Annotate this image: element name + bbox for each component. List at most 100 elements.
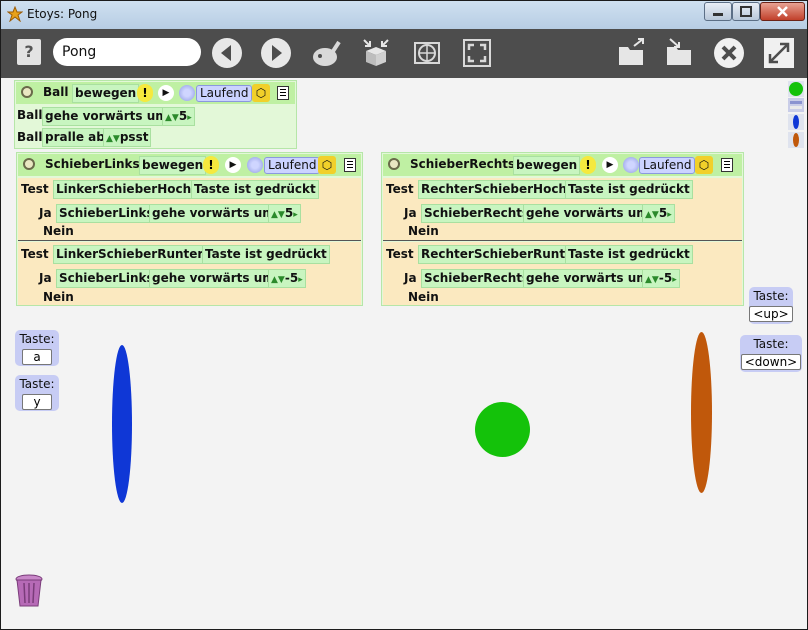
ticking-gear-icon[interactable] (247, 157, 263, 173)
command-tile[interactable]: gehe vorwärts um (149, 269, 278, 288)
script-menu-icon[interactable] (721, 158, 733, 172)
quit-icon[interactable] (713, 37, 745, 69)
condition-tile[interactable]: Taste ist gedrückt (191, 180, 319, 199)
key-tile[interactable]: LinkerSchieberHochs (53, 180, 202, 199)
key-watcher-down[interactable]: Taste: <down> (740, 335, 802, 372)
key-value: a (22, 349, 52, 365)
key-tile[interactable]: RechterSchieberRunters (418, 245, 590, 264)
object-tile[interactable]: SchieberRechts (421, 204, 533, 223)
script-name[interactable]: bewegen (72, 84, 140, 103)
condition-tile[interactable]: Taste ist gedrückt (565, 180, 693, 199)
test-label: Test (21, 247, 49, 261)
test-label: Test (21, 182, 49, 196)
etoys-window: Etoys: Pong ? Pong Ball bewegen ! ▶ Lauf… (0, 0, 808, 630)
left-paddle[interactable] (112, 345, 132, 503)
key-watcher-up[interactable]: Taste: <up> (749, 287, 793, 324)
run-once-icon[interactable]: ! (580, 156, 596, 174)
expand-icon[interactable] (763, 37, 795, 69)
status-selector[interactable]: Laufend (264, 157, 321, 174)
minimize-button[interactable] (704, 2, 732, 21)
object-tile[interactable]: SchieberRechts (421, 269, 533, 288)
close-window-button[interactable] (760, 2, 805, 21)
script-name[interactable]: bewegen (513, 156, 581, 175)
key-watcher-y[interactable]: Taste: y (15, 375, 59, 411)
command-tile[interactable]: gehe vorwärts um (523, 269, 652, 288)
object-tile[interactable]: SchieberLinks (56, 269, 157, 288)
condition-tile[interactable]: Taste ist gedrückt (202, 245, 330, 264)
right-paddle[interactable] (691, 332, 712, 493)
step-icon[interactable]: ▶ (225, 157, 241, 173)
line-object: Ball (17, 108, 43, 122)
value-tile[interactable]: ▲▼5▸ (642, 204, 675, 223)
test-label: Test (386, 182, 414, 196)
ticking-gear-icon[interactable] (179, 85, 195, 101)
key-value: <up> (749, 306, 793, 322)
ball-script: Ball bewegen ! ▶ Laufend ⬡ Ball gehe vor… (14, 80, 297, 149)
no-label: Nein (408, 224, 439, 238)
value-tile[interactable]: ▲▼-5▸ (268, 269, 306, 288)
help-button[interactable]: ? (17, 39, 41, 65)
value-tile[interactable]: ▲▼5▸ (268, 204, 301, 223)
script-object: SchieberLinks (45, 157, 140, 171)
step-icon[interactable]: ▶ (602, 157, 618, 173)
command-tile[interactable]: gehe vorwärts um (149, 204, 278, 223)
green-thumbnail-icon[interactable] (788, 81, 804, 97)
key-watcher-label: Taste: (19, 332, 55, 346)
blue-thumbnail-icon[interactable] (788, 114, 804, 130)
paint-icon[interactable] (311, 37, 343, 69)
script-menu-icon[interactable] (344, 158, 356, 172)
toolbar: ? Pong (1, 29, 807, 78)
script-object: SchieberRechts (410, 157, 516, 171)
orange-thumbnail-icon[interactable] (788, 132, 804, 148)
value-tile[interactable]: ▲▼-5▸ (642, 269, 680, 288)
object-viewer-icon[interactable]: ⬡ (252, 84, 270, 102)
status-selector[interactable]: Laufend (196, 85, 253, 102)
world-canvas[interactable]: Ball bewegen ! ▶ Laufend ⬡ Ball gehe vor… (7, 78, 807, 629)
step-icon[interactable]: ▶ (158, 85, 174, 101)
command-tile[interactable]: gehe vorwärts um (523, 204, 652, 223)
title-bar: Etoys: Pong (1, 1, 807, 29)
object-viewer-icon[interactable]: ⬡ (318, 156, 336, 174)
command-tile[interactable]: pralle ab (42, 128, 108, 147)
window-title: Etoys: Pong (27, 7, 98, 21)
script-menu-icon[interactable] (277, 86, 289, 100)
trash-can-icon[interactable] (13, 573, 45, 609)
script-name[interactable]: bewegen (139, 156, 207, 175)
ticking-gear-icon[interactable] (623, 157, 639, 173)
command-tile[interactable]: gehe vorwärts um (42, 107, 171, 126)
line-object: Ball (17, 130, 43, 144)
object-tile[interactable]: SchieberLinks (56, 204, 157, 223)
script-header: SchieberLinks bewegen ! ▶ Laufend ⬡ (18, 154, 361, 176)
next-icon[interactable] (260, 37, 292, 69)
test-block: Test RechterSchieberRunters Taste ist ge… (383, 242, 742, 305)
supplies-icon[interactable] (360, 37, 392, 69)
sound-tile[interactable]: ▲▼psst (103, 128, 152, 147)
status-selector[interactable]: Laufend (639, 157, 696, 174)
condition-tile[interactable]: Taste ist gedrückt (565, 245, 693, 264)
value-tile[interactable]: ▲▼5▸ (162, 107, 195, 126)
fullscreen-icon[interactable] (461, 37, 493, 69)
key-watcher-a[interactable]: Taste: a (15, 330, 59, 366)
key-tile[interactable]: RechterSchieberHochs (418, 180, 578, 199)
run-once-icon[interactable]: ! (203, 156, 219, 174)
test-block: Test LinkerSchieberRunters Taste ist ged… (18, 242, 361, 305)
key-value: <down> (740, 354, 802, 370)
collapse-dot-icon[interactable] (23, 158, 35, 170)
run-once-icon[interactable]: ! (137, 84, 153, 102)
script-header: Ball bewegen ! ▶ Laufend ⬡ (16, 82, 295, 104)
key-tile[interactable]: LinkerSchieberRunters (53, 245, 214, 264)
object-viewer-icon[interactable]: ⬡ (695, 156, 713, 174)
key-value: y (22, 394, 52, 410)
project-name-field[interactable]: Pong (53, 38, 201, 66)
maximize-button[interactable] (732, 2, 760, 21)
previous-icon[interactable] (211, 37, 243, 69)
script-thumbnail-icon[interactable] (788, 98, 804, 112)
collapse-dot-icon[interactable] (388, 158, 400, 170)
save-project-icon[interactable] (664, 37, 696, 69)
ball[interactable] (475, 402, 530, 457)
language-globe-icon[interactable] (411, 37, 443, 69)
test-block: Test RechterSchieberHochs Taste ist gedr… (383, 178, 742, 241)
collapse-dot-icon[interactable] (21, 86, 33, 98)
open-project-icon[interactable] (616, 37, 648, 69)
key-watcher-label: Taste: (19, 377, 55, 391)
